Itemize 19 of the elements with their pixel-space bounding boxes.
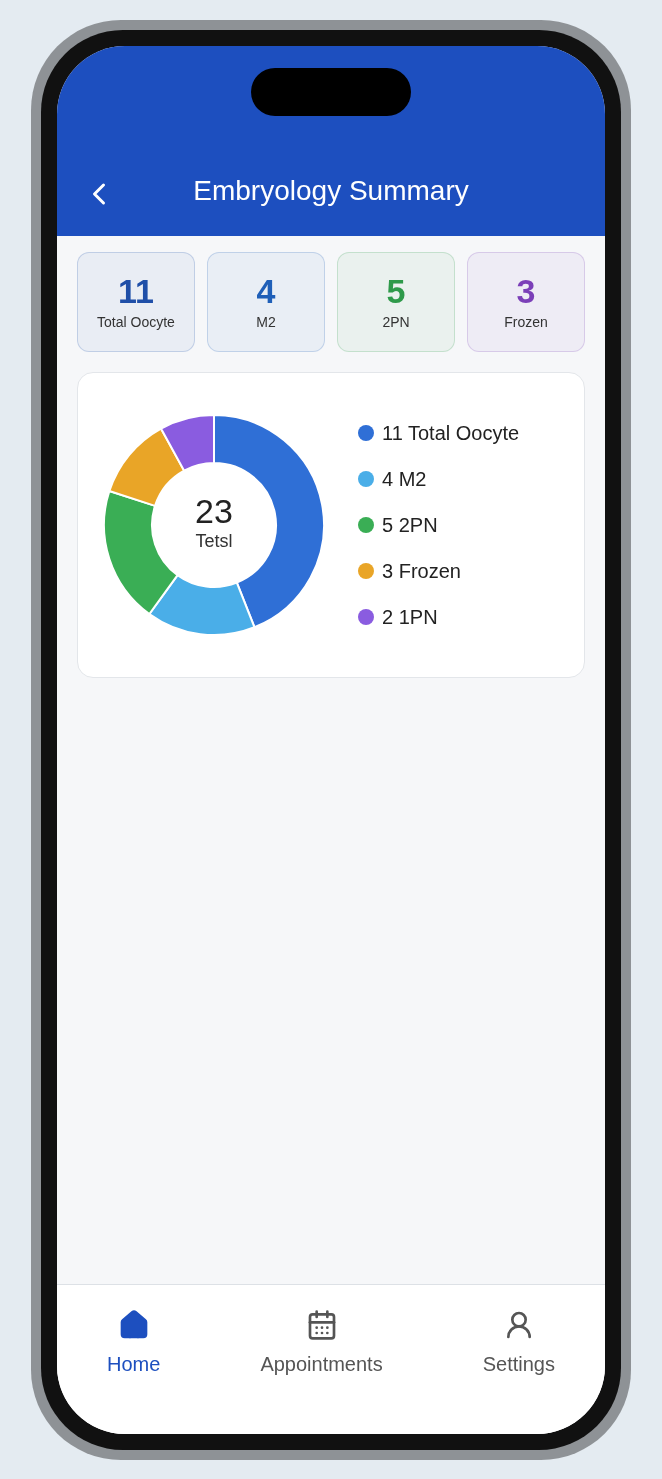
stat-value: 5 [386, 270, 406, 312]
stat-label: 2PN [382, 313, 410, 333]
nav-tab[interactable]: Appointments [252, 1308, 391, 1379]
stat-value: 11 [118, 270, 154, 312]
nav-tab[interactable]: Settings [474, 1308, 563, 1379]
stat-label: Total Oocyte [97, 313, 175, 333]
stat-label: M2 [256, 313, 276, 333]
stat-value: 3 [516, 270, 536, 312]
stat-label: Frozen [504, 313, 548, 333]
legend-label: 5 2PN [382, 512, 438, 538]
stat-value: 4 [256, 270, 276, 312]
screen-title: Embryology Summary [192, 173, 470, 208]
total-label: Tetsl [195, 530, 233, 553]
legend-label: 11 Total Oocyte [382, 420, 520, 446]
total-value: 23 [195, 494, 233, 528]
legend-label: 3 Frozen [382, 558, 461, 584]
legend-label: 2 1PN [382, 604, 438, 630]
legend-label: 4 M2 [382, 466, 427, 492]
nav-tab[interactable]: Home [99, 1308, 169, 1379]
